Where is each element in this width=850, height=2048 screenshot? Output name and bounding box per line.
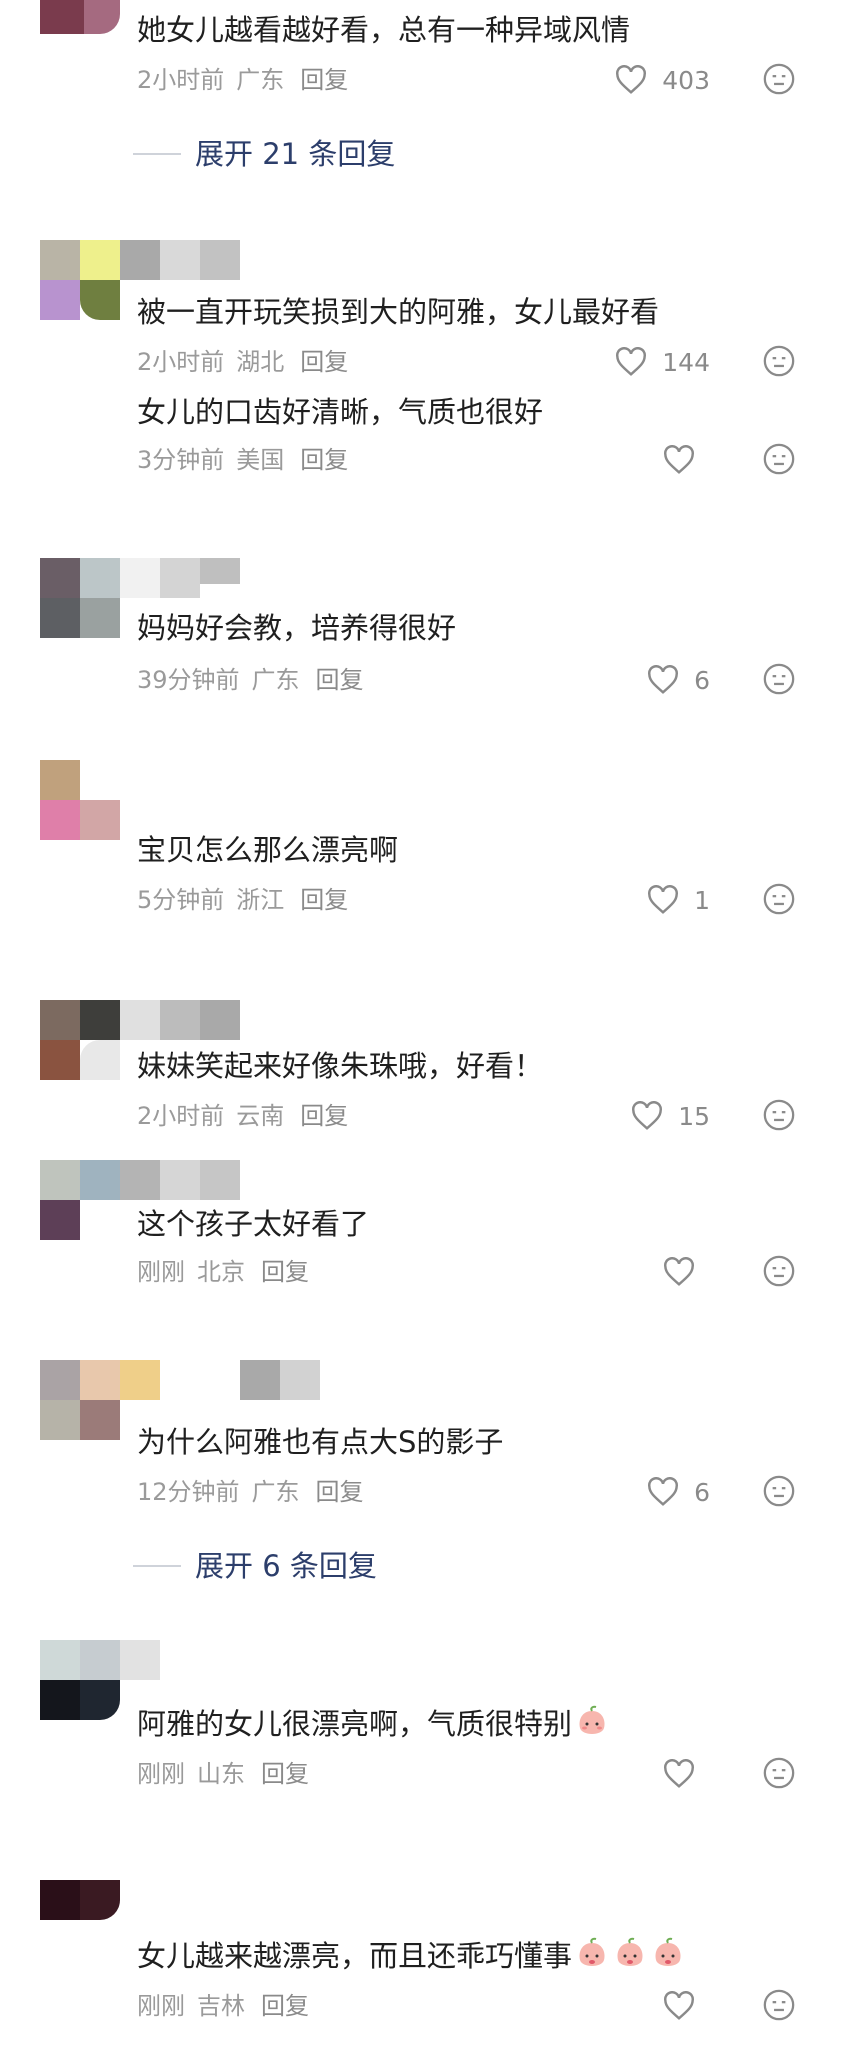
like-button[interactable]: 403 bbox=[614, 64, 710, 96]
comment-meta: 5分钟前 浙江 回复 bbox=[137, 884, 348, 916]
unhappy-face-icon[interactable] bbox=[762, 344, 796, 378]
comment-location: 浙江 bbox=[236, 886, 285, 914]
divider-line bbox=[133, 1565, 181, 1567]
like-count: 6 bbox=[694, 665, 710, 695]
reply-button[interactable]: 回复 bbox=[300, 348, 348, 376]
unhappy-face-icon[interactable] bbox=[762, 1756, 796, 1790]
reply-button[interactable]: 回复 bbox=[316, 1478, 364, 1506]
reply-button[interactable]: 回复 bbox=[300, 1102, 348, 1130]
like-count: 403 bbox=[662, 65, 710, 95]
unhappy-face-icon[interactable] bbox=[762, 662, 796, 696]
like-button[interactable] bbox=[662, 1256, 710, 1288]
expand-replies-button[interactable]: 展开 21 条回复 bbox=[133, 134, 395, 174]
reply-button[interactable]: 回复 bbox=[261, 1258, 309, 1286]
comment-location: 山东 bbox=[197, 1760, 245, 1788]
comment-meta: 12分钟前 广东 回复 bbox=[137, 1476, 364, 1508]
comment-meta: 刚刚 吉林 回复 bbox=[137, 1990, 309, 2022]
reply-button[interactable]: 回复 bbox=[261, 1760, 309, 1788]
comment-meta: 3分钟前 美国 回复 bbox=[137, 444, 348, 476]
heart-icon bbox=[648, 1477, 679, 1506]
comment-location: 湖北 bbox=[236, 348, 285, 376]
unhappy-face-icon[interactable] bbox=[762, 442, 796, 476]
reply-button[interactable]: 回复 bbox=[300, 66, 348, 94]
comment-text: 为什么阿雅也有点大S的影子 bbox=[137, 1425, 504, 1459]
comment-time: 2小时前 bbox=[137, 66, 225, 94]
comment-text-body: 女儿越来越漂亮，而且还乖巧懂事 bbox=[137, 1939, 573, 1973]
comment-time: 2小时前 bbox=[137, 348, 225, 376]
unhappy-face-icon[interactable] bbox=[762, 1988, 796, 2022]
reply-button[interactable]: 回复 bbox=[300, 886, 348, 914]
expand-replies-label: 展开 6 条回复 bbox=[195, 1549, 377, 1583]
heart-icon bbox=[616, 65, 647, 94]
heart-icon bbox=[664, 445, 694, 474]
comment-text: 阿雅的女儿很漂亮啊，气质很特别 bbox=[137, 1704, 610, 1744]
heart-icon bbox=[664, 1257, 694, 1286]
comment-text: 女儿的口齿好清晰，气质也很好 bbox=[137, 395, 544, 429]
comment-location: 广东 bbox=[251, 666, 300, 694]
heart-icon bbox=[648, 665, 679, 694]
unhappy-face-icon[interactable] bbox=[762, 1098, 796, 1132]
expand-replies-button[interactable]: 展开 6 条回复 bbox=[133, 1546, 377, 1586]
comment-text: 妈妈好会教，培养得很好 bbox=[137, 611, 457, 645]
reply-button[interactable]: 回复 bbox=[300, 446, 348, 474]
unhappy-face-icon[interactable] bbox=[762, 62, 796, 96]
like-count: 15 bbox=[678, 1101, 710, 1131]
like-button[interactable]: 6 bbox=[646, 664, 710, 696]
unhappy-face-icon[interactable] bbox=[762, 1474, 796, 1508]
comment-time: 2小时前 bbox=[137, 1102, 225, 1130]
comment-location: 北京 bbox=[197, 1258, 245, 1286]
comment-text: 妹妹笑起来好像朱珠哦，好看！ bbox=[137, 1049, 544, 1083]
like-button[interactable]: 1 bbox=[646, 884, 710, 916]
like-button[interactable]: 144 bbox=[614, 346, 710, 378]
comment-time: 刚刚 bbox=[137, 1760, 185, 1788]
comment-time: 5分钟前 bbox=[137, 886, 225, 914]
comment-meta: 39分钟前 广东 回复 bbox=[137, 664, 364, 696]
heart-icon bbox=[648, 885, 679, 914]
reply-button[interactable]: 回复 bbox=[261, 1992, 309, 2020]
like-button[interactable] bbox=[662, 1758, 710, 1790]
peach-emoji-icon bbox=[617, 1937, 643, 1966]
peach-emoji-icon bbox=[579, 1705, 605, 1734]
unhappy-face-icon[interactable] bbox=[762, 882, 796, 916]
comment-location: 云南 bbox=[236, 1102, 285, 1130]
heart-icon bbox=[664, 1759, 694, 1788]
comment-time: 刚刚 bbox=[137, 1258, 185, 1286]
comment-text-body: 阿雅的女儿很漂亮啊，气质很特别 bbox=[137, 1707, 573, 1741]
comment-time: 39分钟前 bbox=[137, 666, 240, 694]
comment-location: 广东 bbox=[236, 66, 285, 94]
comment-location: 吉林 bbox=[197, 1992, 245, 2020]
comment-meta: 刚刚 山东 回复 bbox=[137, 1758, 309, 1790]
comment-text: 女儿越来越漂亮，而且还乖巧懂事 bbox=[137, 1936, 686, 1976]
expand-replies-label: 展开 21 条回复 bbox=[195, 137, 396, 171]
like-button[interactable] bbox=[662, 1990, 710, 2022]
heart-icon bbox=[664, 1991, 694, 2020]
comment-text: 被一直开玩笑损到大的阿雅，女儿最好看 bbox=[137, 295, 660, 329]
like-button[interactable] bbox=[662, 444, 710, 476]
like-count: 6 bbox=[694, 1477, 710, 1507]
like-count: 1 bbox=[694, 885, 710, 915]
divider-line bbox=[133, 153, 181, 155]
like-count: 144 bbox=[662, 347, 710, 377]
reply-button[interactable]: 回复 bbox=[316, 666, 364, 694]
unhappy-face-icon[interactable] bbox=[762, 1254, 796, 1288]
like-button[interactable]: 6 bbox=[646, 1476, 710, 1508]
comment-meta: 2小时前 广东 回复 bbox=[137, 64, 348, 96]
comment-location: 美国 bbox=[236, 446, 285, 474]
comment-text: 她女儿越看越好看，总有一种异域风情 bbox=[137, 13, 631, 47]
comment-meta: 2小时前 湖北 回复 bbox=[137, 346, 348, 378]
comment-text: 宝贝怎么那么漂亮啊 bbox=[137, 833, 399, 867]
peach-emoji-icon bbox=[579, 1937, 605, 1966]
peach-emoji-icon bbox=[655, 1937, 681, 1966]
heart-icon bbox=[616, 347, 647, 376]
like-button[interactable]: 15 bbox=[630, 1100, 710, 1132]
comment-text: 这个孩子太好看了 bbox=[137, 1207, 370, 1241]
comment-meta: 刚刚 北京 回复 bbox=[137, 1256, 309, 1288]
comment-meta: 2小时前 云南 回复 bbox=[137, 1100, 348, 1132]
comment-location: 广东 bbox=[251, 1478, 300, 1506]
comment-time: 12分钟前 bbox=[137, 1478, 240, 1506]
comment-time: 刚刚 bbox=[137, 1992, 185, 2020]
heart-icon bbox=[632, 1101, 663, 1130]
comment-time: 3分钟前 bbox=[137, 446, 225, 474]
